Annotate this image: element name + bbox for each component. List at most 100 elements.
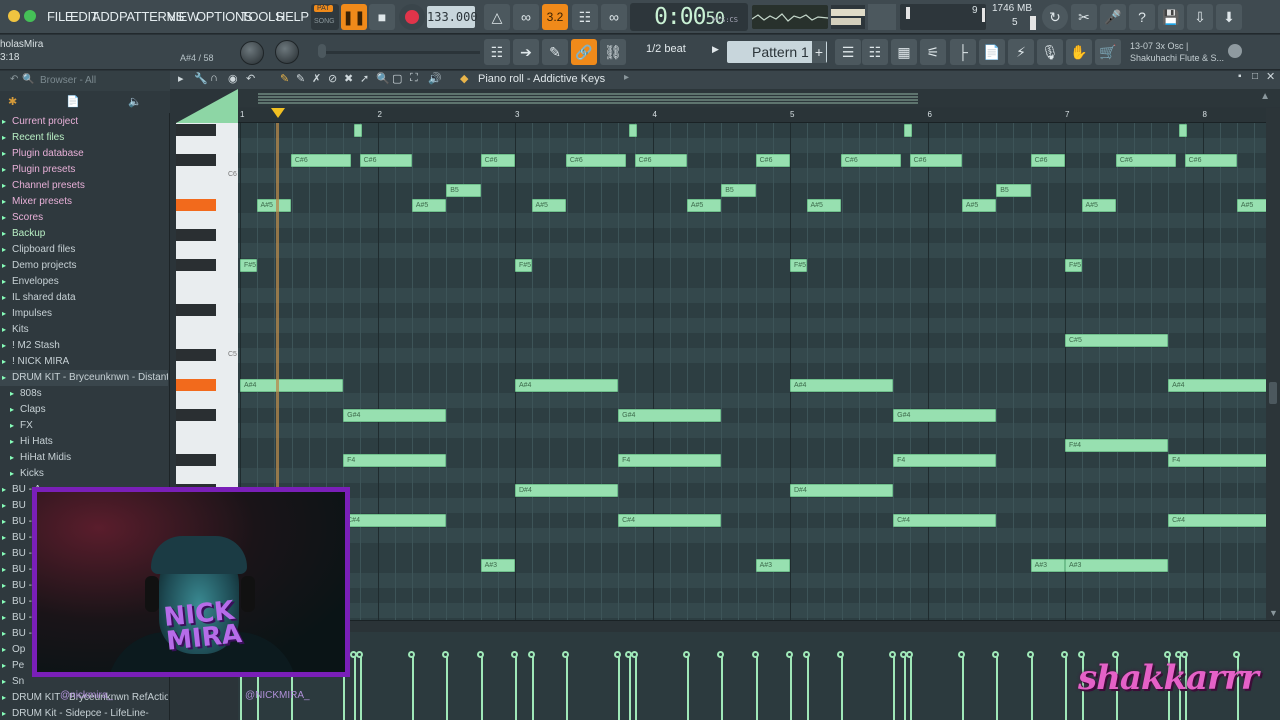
arrow-button[interactable]: ➔ xyxy=(513,39,539,65)
expand-icon[interactable]: ✱ xyxy=(8,95,17,108)
note-block[interactable]: C#4 xyxy=(1168,514,1266,527)
velocity-handle[interactable] xyxy=(407,651,415,658)
project-button[interactable]: 📄 xyxy=(979,39,1005,65)
note-block[interactable]: C#6 xyxy=(840,154,902,167)
velocity-handle[interactable] xyxy=(561,651,569,658)
velocity-bar[interactable] xyxy=(1065,656,1067,720)
velocity-bar[interactable] xyxy=(840,656,843,720)
black-key[interactable] xyxy=(176,349,216,361)
velocity-bar[interactable] xyxy=(721,656,724,720)
note-block[interactable]: C#6 xyxy=(909,154,962,167)
overview-strip[interactable]: ▲ xyxy=(238,89,1280,107)
black-key[interactable] xyxy=(176,124,216,136)
note-block[interactable]: C#5 xyxy=(1065,334,1169,347)
note-block[interactable]: C#6 xyxy=(565,154,627,167)
velocity-bar[interactable] xyxy=(755,656,758,720)
note-block[interactable]: F4 xyxy=(618,454,722,467)
browser-item[interactable]: ▸ ! M2 Stash xyxy=(0,338,168,354)
black-key[interactable] xyxy=(176,304,216,316)
download-button[interactable]: ⬇ xyxy=(1216,4,1242,30)
velocity-bar[interactable] xyxy=(565,656,568,720)
scroll-up-icon[interactable]: ▲ xyxy=(1260,91,1270,102)
velocity-bar[interactable] xyxy=(480,656,483,720)
note-block[interactable]: C#6 xyxy=(359,154,412,167)
arrow-right-icon[interactable]: ▸ xyxy=(178,72,184,85)
note-block[interactable]: G#4 xyxy=(893,409,997,422)
note-block[interactable]: F#5 xyxy=(240,259,257,272)
note-block[interactable]: A#4 xyxy=(240,379,344,392)
browser-item[interactable]: ▸ Mixer presets xyxy=(0,194,168,210)
browser-button[interactable]: ├ xyxy=(950,39,976,65)
typing-keyboard-button[interactable]: ☷ xyxy=(484,39,510,65)
velocity-handle[interactable] xyxy=(682,651,690,658)
velocity-bar[interactable] xyxy=(634,656,637,720)
note-block[interactable]: A#4 xyxy=(515,379,619,392)
playlist-button[interactable]: ▦ xyxy=(891,39,917,65)
channel-rack-button[interactable]: ☰ xyxy=(835,39,861,65)
note-block[interactable]: A#3 xyxy=(755,559,790,572)
cut-tool-button[interactable]: ✂ xyxy=(1071,4,1097,30)
magnet-icon[interactable]: ∩ xyxy=(210,72,218,84)
velocity-bar[interactable] xyxy=(909,656,912,720)
note-block[interactable]: A#5 xyxy=(256,199,291,212)
browser-item[interactable]: ▸ Kits xyxy=(0,322,168,338)
velocity-bar[interactable] xyxy=(359,656,362,720)
pitch-slider[interactable] xyxy=(320,51,480,54)
browser-item[interactable]: ▸ Backup xyxy=(0,226,168,242)
velocity-handle[interactable] xyxy=(1111,651,1119,658)
velocity-handle[interactable] xyxy=(355,651,363,658)
black-key[interactable] xyxy=(176,379,216,391)
draw-button[interactable]: ✎ xyxy=(542,39,568,65)
velocity-handle[interactable] xyxy=(751,651,759,658)
velocity-handle[interactable] xyxy=(786,651,793,658)
note-block[interactable]: A#3 xyxy=(480,559,515,572)
step-edit-button[interactable]: ☷ xyxy=(572,4,598,30)
browser-item[interactable]: ▸ 808s xyxy=(0,386,168,402)
velocity-bar[interactable] xyxy=(996,656,999,720)
mute-icon[interactable]: ⊘ xyxy=(328,72,337,85)
save-button[interactable]: 💾 xyxy=(1158,4,1184,30)
wait-record-button[interactable]: ∞ xyxy=(513,4,539,30)
browser-item[interactable]: ▸ Current project xyxy=(0,114,168,130)
reset-button[interactable]: ↻ xyxy=(1042,4,1068,30)
fullscreen-icon[interactable]: ⛶ xyxy=(410,72,418,85)
maximize-dot[interactable] xyxy=(24,10,36,22)
pattern-arrow-icon[interactable]: ▶ xyxy=(712,44,719,55)
note-block[interactable] xyxy=(904,124,913,137)
velocity-handle[interactable] xyxy=(630,651,638,658)
browser-item[interactable]: ▸ Scores xyxy=(0,210,168,226)
playback-icon[interactable]: ▢ xyxy=(392,72,402,85)
velocity-handle[interactable] xyxy=(905,651,913,658)
shop-button[interactable]: 🛒 xyxy=(1095,39,1121,65)
note-block[interactable]: A#5 xyxy=(806,199,841,212)
browser-item[interactable]: ▸ Impulses xyxy=(0,306,168,322)
pause-button[interactable]: ❚❚ xyxy=(341,4,367,30)
menu-view[interactable]: VIEW xyxy=(167,9,199,24)
browser-item[interactable]: ▸ DRUM KIT - Bryceunknwn - Distant xyxy=(0,370,168,386)
note-block[interactable]: G#4 xyxy=(343,409,447,422)
note-block[interactable]: D#4 xyxy=(515,484,619,497)
velocity-handle[interactable] xyxy=(511,651,518,658)
pattern-indicator[interactable]: 3.2 xyxy=(542,4,568,30)
browser-item[interactable]: ▸ IL shared data xyxy=(0,290,168,306)
note-block[interactable]: C#4 xyxy=(618,514,722,527)
mixer-button[interactable]: ⚟ xyxy=(920,39,946,65)
note-block[interactable]: C#4 xyxy=(343,514,447,527)
globe-icon[interactable] xyxy=(1228,44,1242,58)
note-block[interactable]: B5 xyxy=(446,184,481,197)
note-block[interactable]: C#6 xyxy=(1184,154,1237,167)
browser-item[interactable]: ▸ Clipboard files xyxy=(0,242,168,258)
speaker-icon[interactable]: 🔊 xyxy=(428,72,442,85)
undo-icon[interactable]: ↶ xyxy=(246,72,255,85)
velocity-bar[interactable] xyxy=(354,656,357,720)
velocity-handle[interactable] xyxy=(1180,651,1188,658)
note-block[interactable]: F4 xyxy=(893,454,997,467)
velocity-bar[interactable] xyxy=(618,656,621,720)
velocity-bar[interactable] xyxy=(411,656,414,720)
velocity-bar[interactable] xyxy=(686,656,689,720)
main-pitch-knob[interactable] xyxy=(275,40,299,64)
vertical-scrollbar[interactable]: ▼ xyxy=(1266,108,1280,620)
velocity-bar[interactable] xyxy=(806,656,809,720)
note-block[interactable]: A#4 xyxy=(1168,379,1266,392)
loop-record-button[interactable]: ∞ xyxy=(601,4,627,30)
